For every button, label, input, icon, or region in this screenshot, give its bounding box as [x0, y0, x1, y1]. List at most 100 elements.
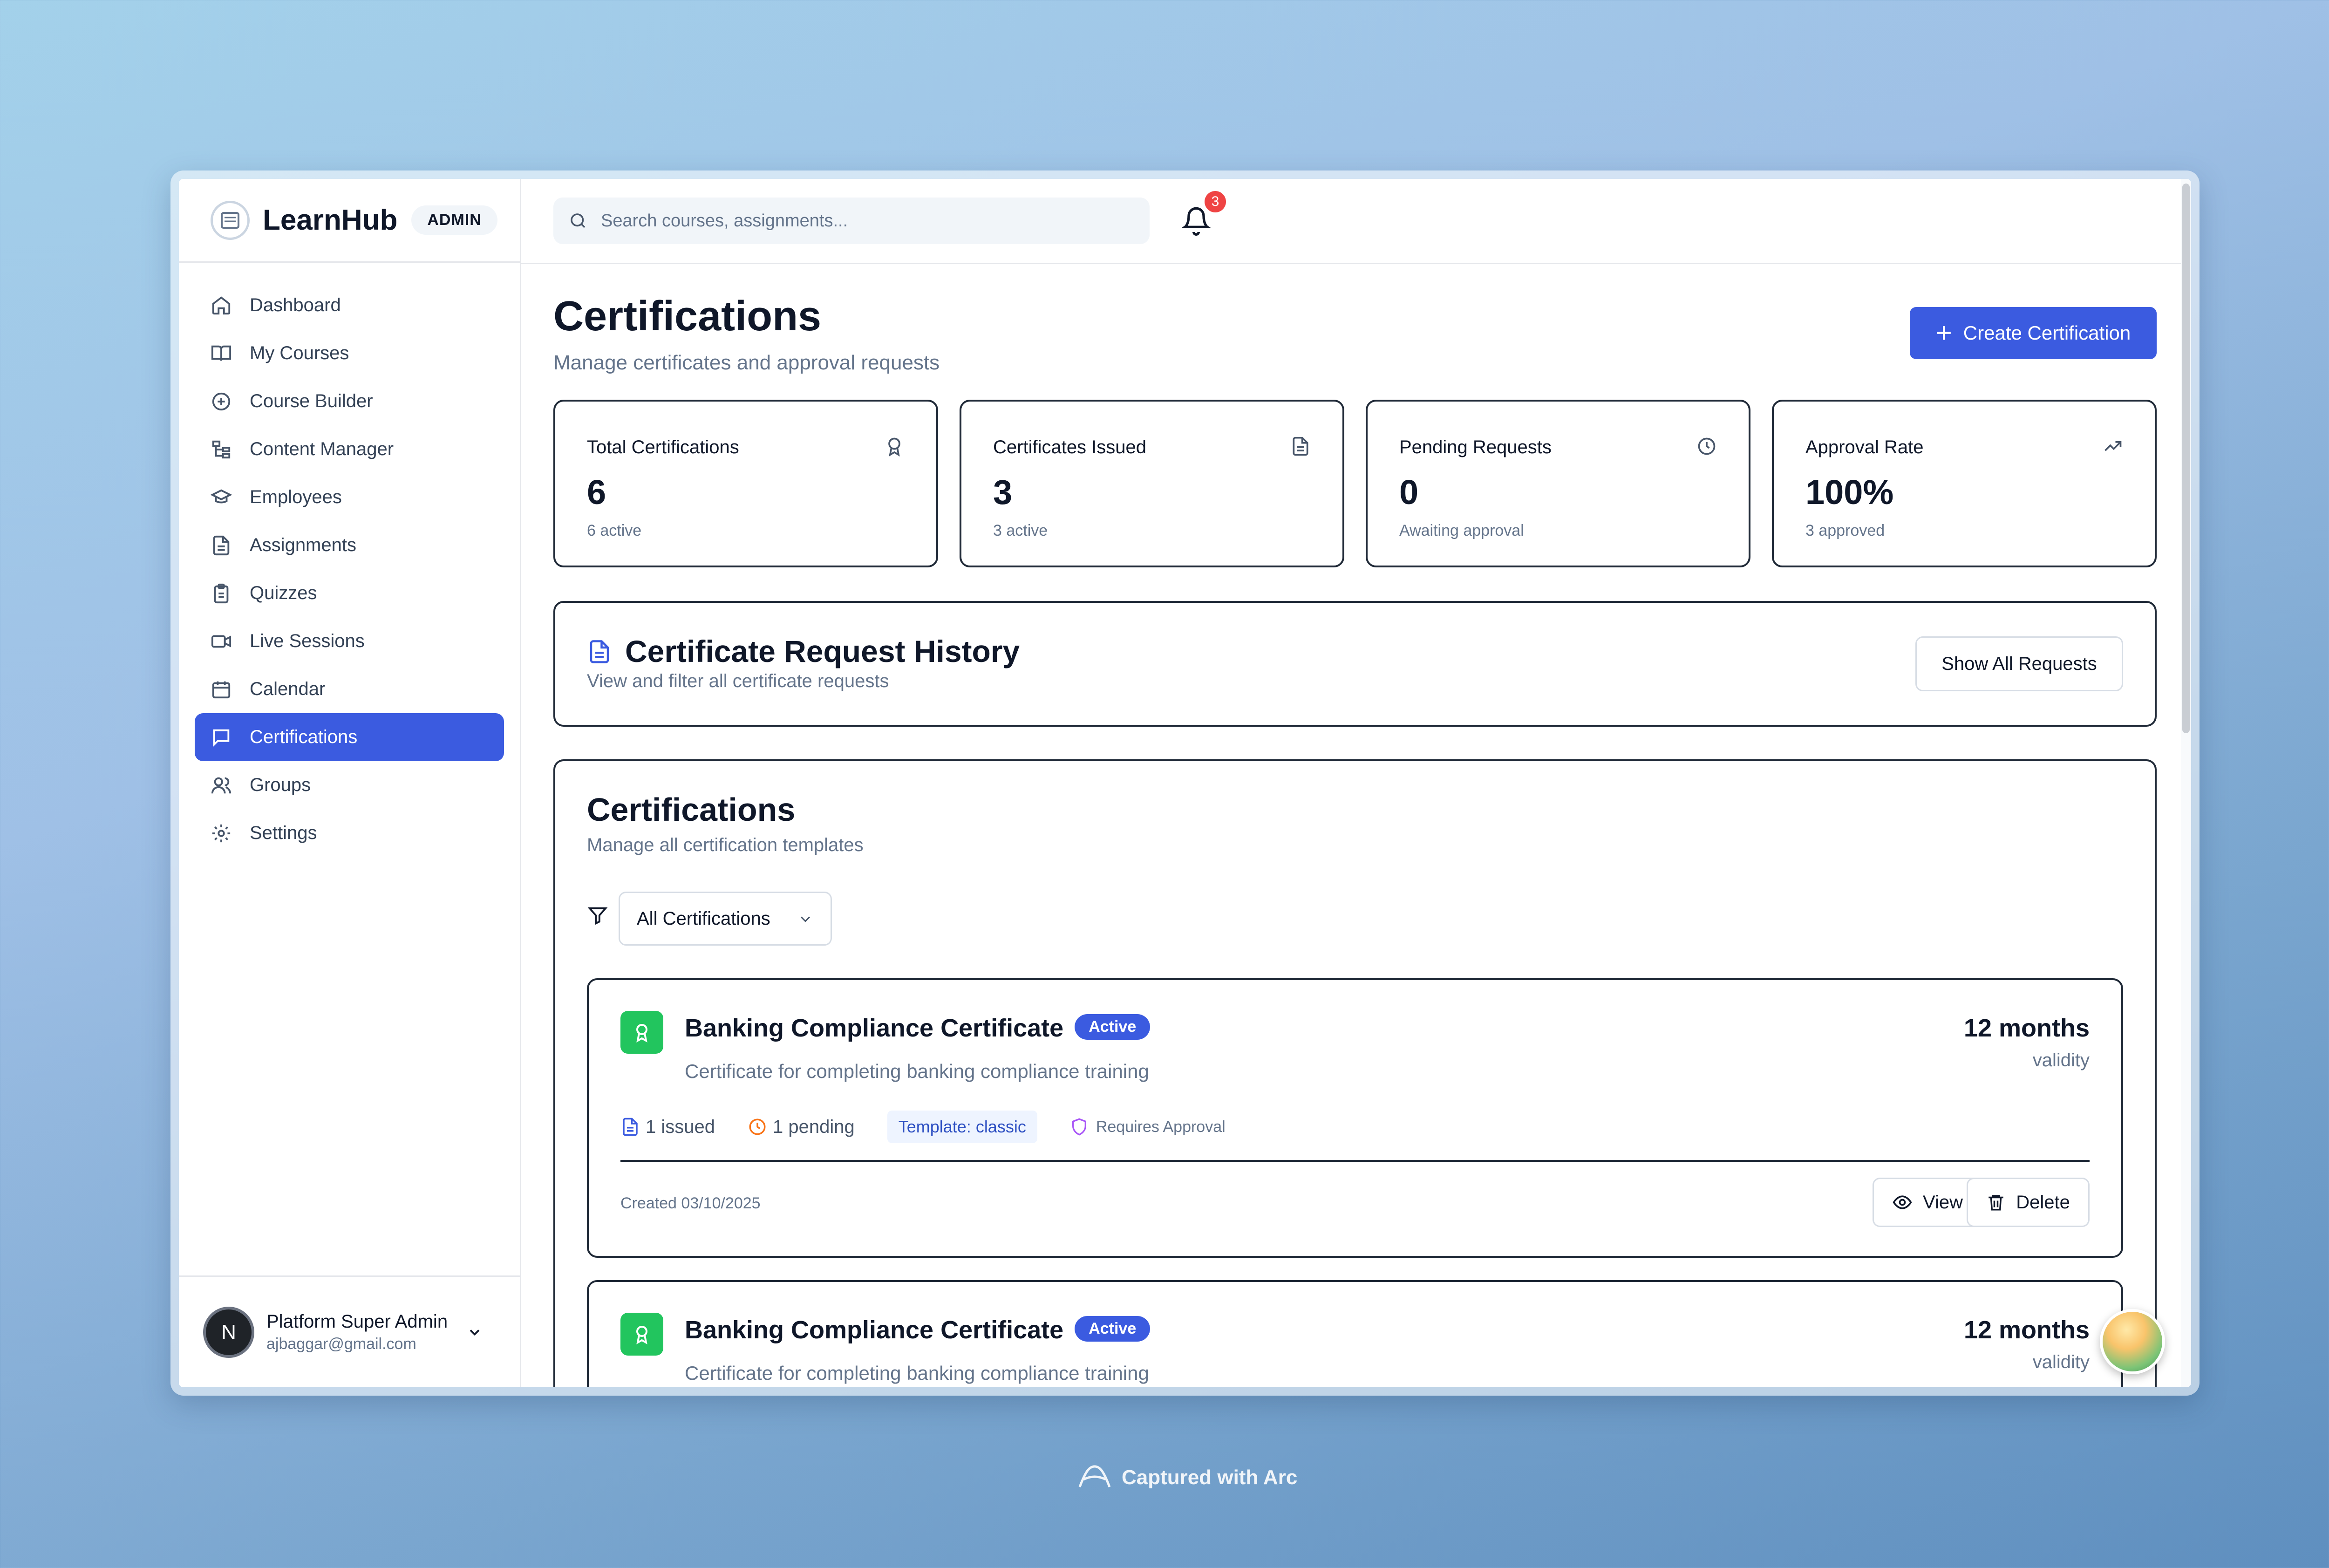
pending-label: 1 pending: [772, 1116, 855, 1137]
certification-title: Banking Compliance Certificate Active: [685, 1014, 1151, 1043]
bell-icon[interactable]: [1181, 206, 1211, 236]
stat-label: Pending Requests: [1399, 437, 1552, 457]
award-icon: [620, 1011, 663, 1054]
template-label: Template:: [898, 1117, 971, 1136]
sidebar-item-live-sessions[interactable]: Live Sessions: [195, 617, 504, 665]
brand-header: LearnHub ADMIN: [179, 179, 520, 263]
issued-count: 1 issued: [620, 1117, 715, 1138]
sidebar-item-settings[interactable]: Settings: [195, 809, 504, 857]
sidebar-item-groups[interactable]: Groups: [195, 761, 504, 809]
shield-icon: [1072, 1118, 1086, 1136]
stat-sub: Awaiting approval: [1399, 522, 1524, 539]
stat-sub: 6 active: [587, 522, 642, 539]
search-box[interactable]: [553, 198, 1150, 244]
sidebar-nav: Dashboard My Courses Course Builder Cont…: [179, 263, 520, 857]
gear-icon: [212, 824, 231, 842]
filter-value: All Certifications: [637, 908, 770, 929]
status-badge: Active: [1075, 1316, 1151, 1342]
certification-name[interactable]: Banking Compliance Certificate: [685, 1014, 1063, 1042]
request-history-panel: Certificate Request History View and fil…: [553, 601, 2157, 727]
plus-circle-icon: [212, 392, 231, 410]
sidebar-item-employees[interactable]: Employees: [195, 473, 504, 521]
sidebar-item-label: Content Manager: [250, 439, 394, 459]
create-certification-button[interactable]: + Create Certification: [1910, 307, 2157, 359]
role-badge: ADMIN: [411, 205, 497, 235]
book-icon: [211, 345, 232, 361]
sidebar: LearnHub ADMIN Dashboard My Courses Cour…: [179, 179, 521, 1387]
award-icon: [620, 1313, 663, 1356]
main-content: Certifications Manage certificates and a…: [520, 263, 2181, 1387]
validity-value: 12 months: [1963, 1014, 2090, 1042]
sidebar-item-label: Certifications: [250, 727, 358, 747]
stat-card-pending: Pending Requests 0 Awaiting approval: [1366, 400, 1750, 567]
sidebar-item-label: Calendar: [250, 679, 326, 699]
trash-icon: [1989, 1195, 2003, 1211]
app-frame: LearnHub ADMIN Dashboard My Courses Cour…: [179, 179, 2191, 1387]
avatar: N: [203, 1306, 254, 1358]
sidebar-item-assignments[interactable]: Assignments: [195, 521, 504, 569]
sidebar-item-label: Dashboard: [250, 295, 341, 315]
video-icon: [211, 635, 232, 648]
show-all-requests-button[interactable]: Show All Requests: [1915, 636, 2123, 691]
chevron-down-icon[interactable]: [466, 1324, 483, 1341]
user-info: Platform Super Admin ajbaggar@gmail.com: [266, 1311, 448, 1353]
certification-title: Banking Compliance Certificate Active: [685, 1316, 1151, 1344]
issued-label: 1 issued: [646, 1116, 715, 1137]
filter-icon: [587, 907, 608, 925]
page-subtitle: Manage certificates and approval request…: [553, 351, 940, 374]
stat-value: 100%: [1805, 473, 1894, 511]
pending-count: 1 pending: [748, 1117, 855, 1138]
template-value: classic: [975, 1117, 1026, 1136]
view-button[interactable]: View: [1873, 1178, 1982, 1227]
requires-approval-label: Requires Approval: [1096, 1118, 1226, 1136]
certification-name[interactable]: Banking Compliance Certificate: [685, 1316, 1063, 1344]
history-subtitle: View and filter all certificate requests: [587, 671, 889, 691]
search-input[interactable]: [600, 210, 1114, 232]
arc-logo-icon: [1078, 1465, 1111, 1487]
plus-icon: +: [1935, 317, 1952, 348]
create-certification-label: Create Certification: [1963, 322, 2131, 344]
document-icon: [623, 1118, 638, 1136]
certification-description: Certificate for completing banking compl…: [685, 1060, 1149, 1082]
home-icon: [212, 296, 231, 314]
floating-avatar-button[interactable]: [2100, 1309, 2165, 1374]
stat-value: 3: [993, 473, 1013, 511]
sidebar-item-my-courses[interactable]: My Courses: [195, 329, 504, 377]
stat-label: Total Certifications: [587, 437, 739, 457]
document-icon: [1293, 436, 1308, 456]
award-icon: [888, 437, 900, 457]
delete-button[interactable]: Delete: [1967, 1178, 2090, 1227]
requires-approval: Requires Approval: [1070, 1118, 1226, 1136]
browser-window: LearnHub ADMIN Dashboard My Courses Cour…: [170, 170, 2200, 1396]
clipboard-icon: [214, 583, 229, 603]
search-icon: [571, 213, 586, 228]
user-menu[interactable]: N Platform Super Admin ajbaggar@gmail.co…: [179, 1275, 520, 1387]
clock-icon: [749, 1118, 766, 1135]
sidebar-item-quizzes[interactable]: Quizzes: [195, 569, 504, 617]
stat-card-issued: Certificates Issued 3 3 active: [960, 400, 1344, 567]
stat-value: 6: [587, 473, 606, 511]
sidebar-item-label: Assignments: [250, 535, 356, 555]
sidebar-item-course-builder[interactable]: Course Builder: [195, 377, 504, 425]
notification-badge: 3: [1205, 191, 1226, 212]
created-date: Created 03/10/2025: [620, 1194, 761, 1212]
sidebar-item-calendar[interactable]: Calendar: [195, 665, 504, 713]
user-email: ajbaggar@gmail.com: [266, 1335, 416, 1353]
scrollbar[interactable]: [2181, 179, 2191, 1387]
stats-row: Total Certifications 6 6 active Certific…: [553, 400, 2157, 567]
sidebar-item-content-manager[interactable]: Content Manager: [195, 425, 504, 473]
sidebar-item-label: Settings: [250, 823, 317, 843]
stat-sub: 3 approved: [1805, 522, 1885, 539]
logo-icon: [211, 200, 250, 240]
scrollbar-thumb[interactable]: [2182, 184, 2190, 733]
capture-label: Captured with Arc: [1122, 1466, 1298, 1489]
delete-label: Delete: [2016, 1192, 2070, 1213]
calendar-icon: [212, 681, 231, 698]
sidebar-item-label: My Courses: [250, 343, 349, 363]
sidebar-item-certifications[interactable]: Certifications: [195, 713, 504, 761]
certification-filter-select[interactable]: All Certifications: [619, 892, 832, 946]
trending-up-icon: [2104, 441, 2122, 451]
brand-name[interactable]: LearnHub: [263, 204, 397, 237]
sidebar-item-dashboard[interactable]: Dashboard: [195, 281, 504, 329]
user-name: Platform Super Admin: [266, 1311, 448, 1332]
